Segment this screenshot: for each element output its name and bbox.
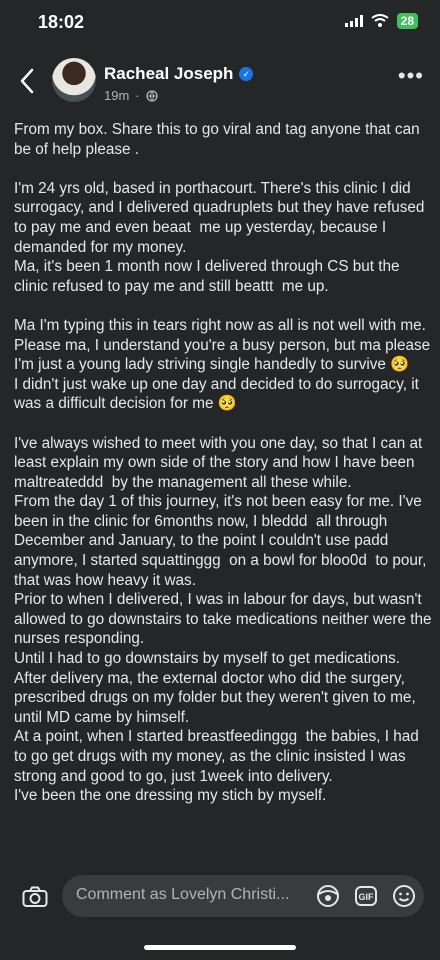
comment-bar: Comment as Lovelyn Christi... GIF (0, 872, 440, 932)
post-meta: 19m · (104, 88, 158, 103)
author-row: Racheal Joseph ✓ (104, 64, 254, 84)
home-indicator (144, 945, 296, 950)
chevron-left-icon[interactable] (18, 66, 38, 96)
emoji-icon[interactable] (392, 884, 416, 908)
status-time: 18:02 (38, 12, 85, 32)
wifi-icon (371, 14, 389, 27)
globe-icon (145, 89, 158, 102)
post-paragraph: I've always wished to meet with you one … (14, 434, 427, 491)
svg-text:GIF: GIF (359, 892, 375, 902)
post-paragraph: From my box. Share this to go viral and … (14, 121, 424, 158)
post-paragraph: Please ma, I understand you're a busy pe… (14, 336, 431, 374)
post-paragraph: At a point, when I started breastfeeding… (14, 728, 424, 785)
post-body: From my box. Share this to go viral and … (14, 120, 432, 870)
status-bar: 18:02 28 (0, 0, 440, 50)
post-paragraph: After delivery ma, the external doctor w… (14, 669, 420, 726)
camera-icon[interactable] (22, 886, 48, 908)
avatar[interactable] (52, 58, 96, 102)
post-paragraph: From the day 1 of this journey, it's not… (14, 493, 431, 589)
post-paragraph: I didn't just wake up one day and decide… (14, 375, 424, 413)
post-paragraph: Ma I'm typing this in tears right now as… (14, 316, 426, 334)
post-paragraph: Prior to when I delivered, I was in labo… (14, 591, 432, 648)
post-paragraph: Until I had to go downstairs by myself t… (14, 650, 401, 668)
battery-badge: 28 (396, 13, 418, 29)
post-time[interactable]: 19m (104, 88, 129, 103)
post-paragraph: I've been the one dressing my stich by m… (14, 787, 327, 805)
post-paragraph: Ma, it's been 1 month now I delivered th… (14, 258, 404, 295)
more-horizontal-icon[interactable]: ••• (398, 65, 424, 87)
gif-icon[interactable]: GIF (354, 884, 378, 908)
author-name[interactable]: Racheal Joseph (104, 64, 233, 84)
status-icons: 28 (344, 13, 418, 29)
avatar-frame-icon[interactable] (316, 884, 340, 908)
comment-input[interactable]: Comment as Lovelyn Christi... GIF (62, 875, 424, 917)
post-paragraph: I'm 24 yrs old, based in porthacourt. Th… (14, 179, 429, 256)
separator-dot: · (135, 88, 140, 103)
verified-badge-icon: ✓ (239, 67, 254, 81)
comment-placeholder: Comment as Lovelyn Christi... (76, 886, 290, 903)
signal-icon (344, 15, 363, 27)
post-header: Racheal Joseph ✓ 19m · ••• (0, 52, 440, 114)
